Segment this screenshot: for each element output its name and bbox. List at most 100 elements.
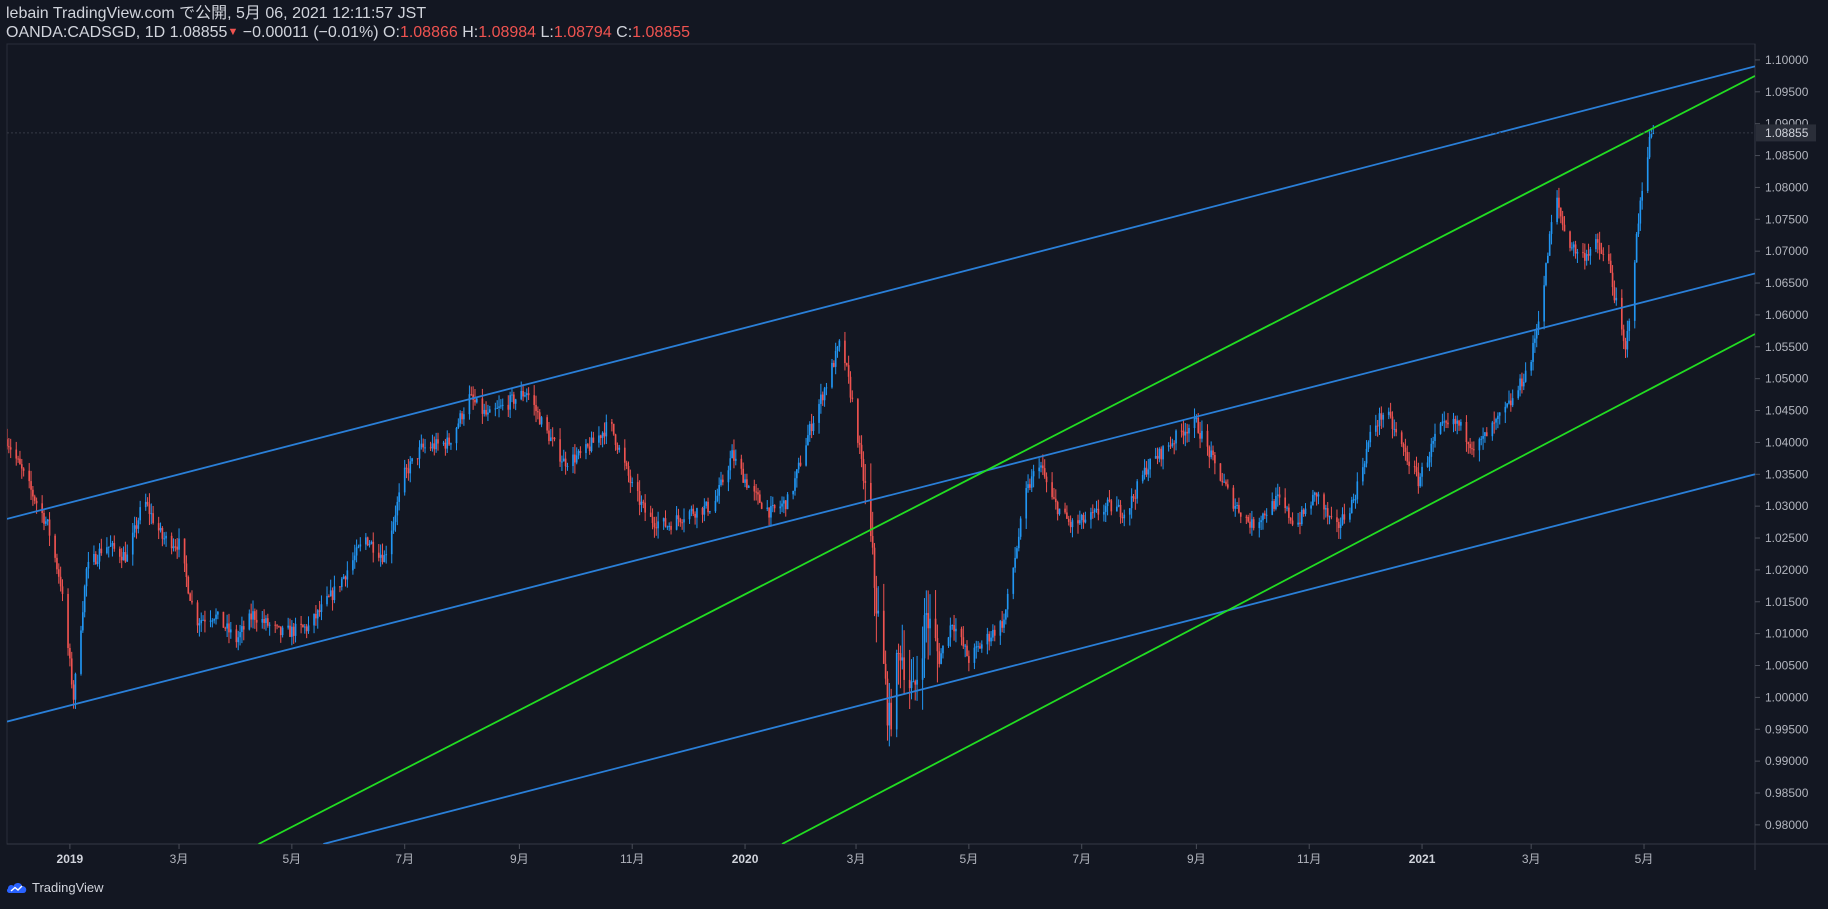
- candle: [564, 451, 567, 475]
- candle: [1110, 499, 1113, 516]
- price-axis[interactable]: 1.100001.095001.090001.085001.080001.075…: [1755, 53, 1809, 832]
- candle: [407, 458, 410, 481]
- candle: [344, 575, 347, 587]
- candle: [1030, 469, 1033, 493]
- candle: [1571, 242, 1573, 251]
- candle: [365, 533, 367, 550]
- candle: [229, 621, 232, 639]
- candle: [720, 471, 722, 487]
- candle: [1491, 420, 1494, 441]
- candle: [1430, 438, 1433, 467]
- candle: [742, 462, 745, 483]
- candle: [668, 522, 671, 531]
- candle: [1171, 438, 1174, 448]
- candle: [990, 631, 992, 647]
- candle: [781, 496, 783, 513]
- blue-trendline[interactable]: [323, 473, 1755, 844]
- candle: [178, 528, 180, 558]
- candle: [1158, 447, 1161, 463]
- candle: [1374, 414, 1377, 436]
- candle: [574, 444, 576, 474]
- candle: [1350, 496, 1353, 514]
- candle: [1380, 406, 1383, 429]
- candle: [757, 487, 759, 505]
- candle: [1001, 610, 1003, 633]
- candle: [1611, 265, 1614, 296]
- candle: [1387, 407, 1390, 420]
- candle: [538, 409, 541, 425]
- candle: [1419, 473, 1422, 488]
- candle: [87, 551, 90, 579]
- tradingview-logo[interactable]: TradingView: [6, 880, 104, 895]
- candle: [509, 391, 511, 419]
- green-trendline[interactable]: [258, 75, 1755, 844]
- candle: [1210, 441, 1213, 460]
- candle: [1238, 497, 1240, 514]
- candle: [46, 518, 49, 526]
- candle: [1149, 458, 1151, 478]
- candle: [377, 544, 380, 562]
- blue-trendline[interactable]: [7, 272, 1755, 723]
- candle: [681, 519, 683, 530]
- candle: [111, 540, 114, 557]
- trendlines-group[interactable]: [7, 65, 1755, 844]
- candle: [261, 611, 264, 629]
- candle: [1506, 403, 1508, 409]
- candle: [703, 498, 706, 522]
- price-chart[interactable]: 1.100001.095001.090001.085001.080001.075…: [0, 0, 1828, 909]
- candle: [457, 418, 460, 430]
- candle: [1408, 452, 1410, 475]
- price-tick-label: 1.03500: [1765, 467, 1809, 481]
- candle: [1323, 492, 1325, 520]
- candle: [139, 500, 142, 525]
- candle: [418, 440, 421, 469]
- candle: [1434, 423, 1436, 448]
- candle: [1077, 514, 1079, 534]
- time-axis[interactable]: 2019 3月 5月 7月 9月 11月 2020 3月 5月 7月 9月 11月 2021 3月 5月: [57, 844, 1654, 866]
- candle: [694, 511, 696, 525]
- candle: [779, 500, 782, 515]
- candle: [838, 339, 841, 352]
- candle: [675, 506, 678, 531]
- candle: [1182, 420, 1185, 445]
- candle: [577, 449, 580, 460]
- price-tick-label: 0.98000: [1765, 818, 1809, 832]
- green-trendline[interactable]: [781, 333, 1755, 844]
- blue-trendline[interactable]: [7, 65, 1755, 520]
- candle: [818, 399, 820, 434]
- candle: [707, 497, 709, 516]
- candle: [303, 624, 306, 634]
- price-tick-label: 0.99000: [1765, 754, 1809, 768]
- candle: [1524, 362, 1527, 383]
- candle: [575, 447, 578, 465]
- candle: [1325, 504, 1327, 518]
- candle: [549, 428, 552, 442]
- candle: [714, 490, 717, 513]
- candle: [1038, 458, 1040, 479]
- candle: [1362, 457, 1364, 486]
- candle: [1530, 359, 1533, 376]
- time-tick-label: 3月: [847, 852, 866, 866]
- candle: [274, 620, 277, 633]
- candle: [126, 544, 129, 562]
- candle: [226, 614, 228, 638]
- candle: [1585, 249, 1588, 266]
- candle: [808, 421, 811, 442]
- candle: [548, 421, 550, 445]
- candle: [370, 540, 373, 545]
- tradingview-label: TradingView: [32, 880, 104, 895]
- candle: [886, 671, 889, 741]
- candle: [1602, 247, 1605, 262]
- candle: [1252, 516, 1255, 531]
- price-tick-label: 1.04000: [1765, 435, 1809, 449]
- candle: [598, 426, 600, 448]
- candle: [1232, 485, 1235, 512]
- candle: [392, 516, 395, 534]
- candle: [1117, 499, 1120, 508]
- candle: [1510, 393, 1512, 412]
- candle: [1221, 472, 1224, 486]
- candle: [1561, 210, 1564, 231]
- candle: [1556, 190, 1558, 225]
- candle: [923, 598, 926, 678]
- candle: [289, 618, 291, 638]
